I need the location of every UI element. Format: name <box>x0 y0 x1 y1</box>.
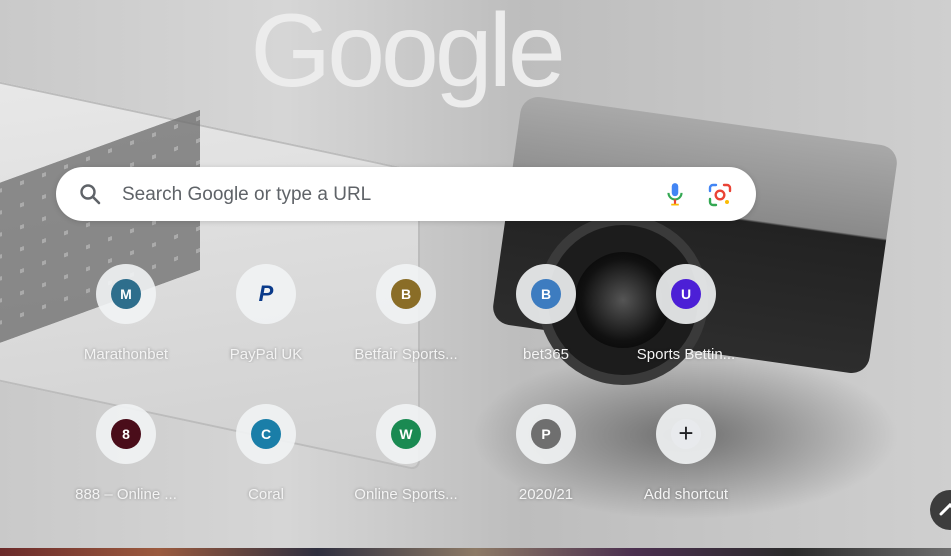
shortcut-circle: W <box>376 404 436 464</box>
shortcut-favicon-icon: B <box>391 279 421 309</box>
paypal-icon: P <box>258 281 274 306</box>
shortcut-circle: C <box>236 404 296 464</box>
shortcut-circle: U <box>656 264 716 324</box>
shortcut-tile[interactable]: U Sports Bettin... <box>630 264 742 376</box>
shortcut-circle: P <box>236 264 296 324</box>
add-shortcut-label: Add shortcut <box>643 486 729 503</box>
shortcut-circle: P <box>516 404 576 464</box>
shortcut-tile[interactable]: C Coral <box>210 404 322 516</box>
add-shortcut-tile[interactable]: + Add shortcut <box>630 404 742 516</box>
bottom-strip <box>0 548 951 556</box>
shortcut-tile[interactable]: M Marathonbet <box>70 264 182 376</box>
shortcut-circle: B <box>376 264 436 324</box>
search-box[interactable] <box>56 167 756 221</box>
search-input[interactable] <box>120 177 644 213</box>
chevron-up-icon <box>939 502 951 516</box>
shortcut-favicon-icon: 8 <box>111 419 141 449</box>
shortcut-tile[interactable]: W Online Sports... <box>350 404 462 516</box>
shortcut-title: Online Sports... <box>354 486 458 503</box>
shortcut-title: 888 – Online ... <box>75 486 177 503</box>
shortcut-favicon-icon: B <box>531 279 561 309</box>
microphone-icon[interactable] <box>662 181 688 207</box>
shortcut-tile[interactable]: B Betfair Sports... <box>350 264 462 376</box>
shortcut-title: Coral <box>248 486 284 503</box>
shortcut-favicon-icon: M <box>111 279 141 309</box>
shortcut-circle: 8 <box>96 404 156 464</box>
shortcut-circle: + <box>656 404 716 464</box>
shortcut-title: bet365 <box>523 346 569 363</box>
shortcut-favicon-icon: P <box>531 419 561 449</box>
shortcut-tile[interactable]: P PayPal UK <box>210 264 322 376</box>
shortcut-title: Sports Bettin... <box>636 346 736 363</box>
plus-icon: + <box>671 419 701 449</box>
google-lens-icon[interactable] <box>706 181 734 209</box>
shortcut-title: Marathonbet <box>83 346 169 363</box>
google-logo: Google <box>250 0 565 109</box>
shortcut-title: Betfair Sports... <box>354 346 458 363</box>
search-icon <box>80 184 101 205</box>
shortcut-tile[interactable]: 8 888 – Online ... <box>70 404 182 516</box>
shortcut-title: 2020/21 <box>518 486 574 503</box>
shortcut-title: PayPal UK <box>229 346 303 363</box>
shortcut-tile[interactable]: B bet365 <box>490 264 602 376</box>
shortcut-favicon-icon: W <box>391 419 421 449</box>
shortcut-tile[interactable]: P 2020/21 <box>490 404 602 516</box>
shortcut-circle: M <box>96 264 156 324</box>
shortcut-favicon-icon: C <box>251 419 281 449</box>
shortcut-favicon-icon: U <box>671 279 701 309</box>
shortcut-circle: B <box>516 264 576 324</box>
